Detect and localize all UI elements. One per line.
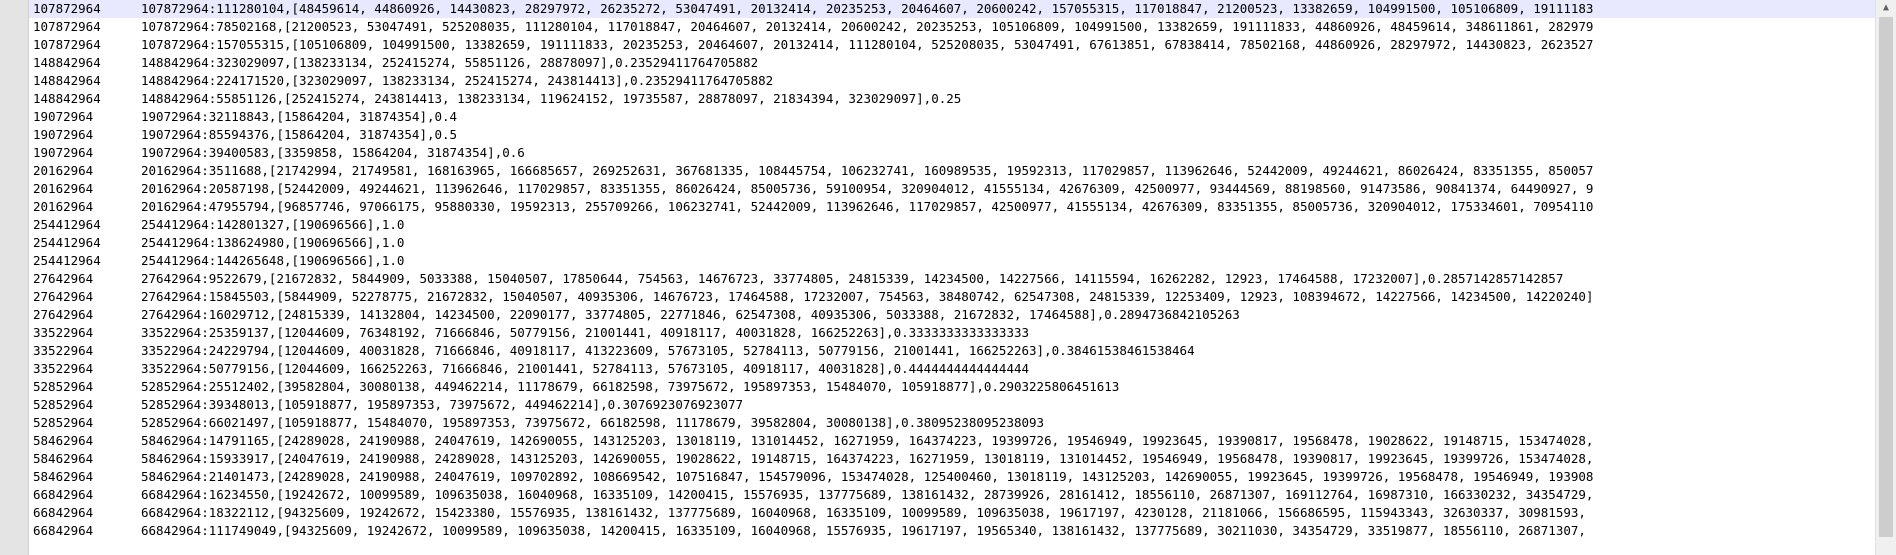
line-key: 20162964 — [33, 199, 94, 214]
line-value: 33522964:50779156,[12044609, 166252263, … — [141, 361, 1030, 376]
line-value: 148842964:224171520,[323029097, 13823313… — [141, 73, 774, 88]
text-line[interactable]: 213352296433522964:50779156,[12044609, 1… — [29, 360, 1875, 378]
line-value: 27642964:15845503,[5844909, 52278775, 21… — [141, 289, 1594, 304]
text-editor[interactable]: 1107872964107872964:111280104,[48459614,… — [0, 0, 1896, 555]
text-line[interactable]: 112016296420162964:20587198,[52442009, 4… — [29, 180, 1875, 198]
line-value: 33522964:25359137,[12044609, 76348192, 7… — [141, 325, 1030, 340]
line-key: 19072964 — [33, 127, 94, 142]
line-value: 58462964:15933917,[24047619, 24190988, 2… — [141, 451, 1594, 466]
line-key: 254412964 — [33, 235, 101, 250]
line-key: 107872964 — [33, 19, 101, 34]
line-value: 19072964:32118843,[15864204, 31874354],0… — [141, 109, 458, 124]
line-value: 27642964:16029712,[24815339, 14132804, 1… — [141, 307, 1240, 322]
line-value: 20162964:47955794,[96857746, 97066175, 9… — [141, 199, 1594, 214]
line-key: 66842964 — [33, 505, 94, 520]
text-line[interactable]: 2107872964107872964:78502168,[21200523, … — [29, 18, 1875, 36]
line-key: 33522964 — [33, 325, 94, 340]
text-line[interactable]: 172764296427642964:15845503,[5844909, 52… — [29, 288, 1875, 306]
text-line[interactable]: 296684296466842964:18322112,[94325609, 1… — [29, 504, 1875, 522]
line-key: 148842964 — [33, 55, 101, 70]
line-key: 148842964 — [33, 91, 101, 106]
line-key: 58462964 — [33, 469, 94, 484]
line-key: 254412964 — [33, 253, 101, 268]
text-line[interactable]: 1107872964107872964:111280104,[48459614,… — [29, 0, 1875, 18]
text-line[interactable]: 6148842964148842964:55851126,[252415274,… — [29, 90, 1875, 108]
line-value: 58462964:14791165,[24289028, 24190988, 2… — [141, 433, 1594, 448]
line-value: 66842964:111749049,[94325609, 19242672, … — [141, 523, 1586, 538]
line-value: 66842964:18322112,[94325609, 19242672, 1… — [141, 505, 1586, 520]
line-key: 20162964 — [33, 181, 94, 196]
line-key: 107872964 — [33, 37, 101, 52]
line-value: 20162964:3511688,[21742994, 21749581, 16… — [141, 163, 1594, 178]
line-key: 27642964 — [33, 289, 94, 304]
line-key: 52852964 — [33, 397, 94, 412]
line-value: 254412964:142801327,[190696566],1.0 — [141, 217, 405, 232]
line-key: 19072964 — [33, 145, 94, 160]
line-value: 27642964:9522679,[21672832, 5844909, 503… — [141, 271, 1564, 286]
line-key: 33522964 — [33, 361, 94, 376]
line-key: 19072964 — [33, 109, 94, 124]
line-value: 19072964:39400583,[3359858, 15864204, 31… — [141, 145, 525, 160]
text-line[interactable]: 193352296433522964:25359137,[12044609, 7… — [29, 324, 1875, 342]
line-key: 66842964 — [33, 523, 94, 538]
line-value: 254412964:138624980,[190696566],1.0 — [141, 235, 405, 250]
text-line[interactable]: 265846296458462964:15933917,[24047619, 2… — [29, 450, 1875, 468]
scrollbar-thumb[interactable] — [1879, 17, 1893, 537]
text-line[interactable]: 122016296420162964:47955794,[96857746, 9… — [29, 198, 1875, 216]
text-line[interactable]: 275846296458462964:21401473,[24289028, 2… — [29, 468, 1875, 486]
line-value: 58462964:21401473,[24289028, 24190988, 2… — [141, 469, 1594, 484]
text-line[interactable]: 182764296427642964:16029712,[24815339, 1… — [29, 306, 1875, 324]
line-key: 148842964 — [33, 73, 101, 88]
text-line[interactable]: 4148842964148842964:323029097,[138233134… — [29, 54, 1875, 72]
line-value: 52852964:25512402,[39582804, 30080138, 4… — [141, 379, 1120, 394]
text-line[interactable]: 91907296419072964:39400583,[3359858, 158… — [29, 144, 1875, 162]
text-line[interactable]: 81907296419072964:85594376,[15864204, 31… — [29, 126, 1875, 144]
text-line[interactable]: 245285296452852964:66021497,[105918877, … — [29, 414, 1875, 432]
line-key: 58462964 — [33, 433, 94, 448]
line-value: 33522964:24229794,[12044609, 40031828, 7… — [141, 343, 1195, 358]
line-value: 148842964:323029097,[138233134, 25241527… — [141, 55, 759, 70]
line-value: 254412964:144265648,[190696566],1.0 — [141, 253, 405, 268]
text-line[interactable]: 203352296433522964:24229794,[12044609, 4… — [29, 342, 1875, 360]
line-key: 27642964 — [33, 271, 94, 286]
text-area[interactable]: 1107872964107872964:111280104,[48459614,… — [29, 0, 1875, 555]
text-line[interactable]: 71907296419072964:32118843,[15864204, 31… — [29, 108, 1875, 126]
line-value: 66842964:16234550,[19242672, 10099589, 1… — [141, 487, 1594, 502]
arrow-up-icon[interactable]: ▲ — [1876, 0, 1896, 16]
line-value: 52852964:39348013,[105918877, 195897353,… — [141, 397, 744, 412]
text-line[interactable]: 15254412964254412964:144265648,[19069656… — [29, 252, 1875, 270]
line-key: 27642964 — [33, 307, 94, 322]
line-key: 66842964 — [33, 487, 94, 502]
line-list: 1107872964107872964:111280104,[48459614,… — [29, 0, 1875, 540]
text-line[interactable]: 225285296452852964:25512402,[39582804, 3… — [29, 378, 1875, 396]
text-line[interactable]: 162764296427642964:9522679,[21672832, 58… — [29, 270, 1875, 288]
line-key: 52852964 — [33, 415, 94, 430]
line-value: 20162964:20587198,[52442009, 49244621, 1… — [141, 181, 1594, 196]
text-line[interactable]: 102016296420162964:3511688,[21742994, 21… — [29, 162, 1875, 180]
line-number-gutter — [0, 0, 29, 555]
line-value: 107872964:157055315,[105106809, 10499150… — [141, 37, 1594, 52]
text-line[interactable]: 13254412964254412964:142801327,[19069656… — [29, 216, 1875, 234]
line-value: 107872964:111280104,[48459614, 44860926,… — [141, 1, 1594, 16]
text-line[interactable]: 14254412964254412964:138624980,[19069656… — [29, 234, 1875, 252]
text-line[interactable]: 5148842964148842964:224171520,[323029097… — [29, 72, 1875, 90]
line-key: 107872964 — [33, 1, 101, 16]
line-key: 254412964 — [33, 217, 101, 232]
line-key: 52852964 — [33, 379, 94, 394]
text-line[interactable]: 286684296466842964:16234550,[19242672, 1… — [29, 486, 1875, 504]
line-value: 19072964:85594376,[15864204, 31874354],0… — [141, 127, 458, 142]
text-line[interactable]: 255846296458462964:14791165,[24289028, 2… — [29, 432, 1875, 450]
line-value: 107872964:78502168,[21200523, 53047491, … — [141, 19, 1594, 34]
line-key: 20162964 — [33, 163, 94, 178]
vertical-scrollbar[interactable]: ▲ — [1875, 0, 1896, 555]
line-key: 58462964 — [33, 451, 94, 466]
line-key: 33522964 — [33, 343, 94, 358]
line-value: 148842964:55851126,[252415274, 243814413… — [141, 91, 962, 106]
text-line[interactable]: 3107872964107872964:157055315,[105106809… — [29, 36, 1875, 54]
line-value: 52852964:66021497,[105918877, 15484070, … — [141, 415, 1045, 430]
text-line[interactable]: 235285296452852964:39348013,[105918877, … — [29, 396, 1875, 414]
text-line[interactable]: 306684296466842964:111749049,[94325609, … — [29, 522, 1875, 540]
